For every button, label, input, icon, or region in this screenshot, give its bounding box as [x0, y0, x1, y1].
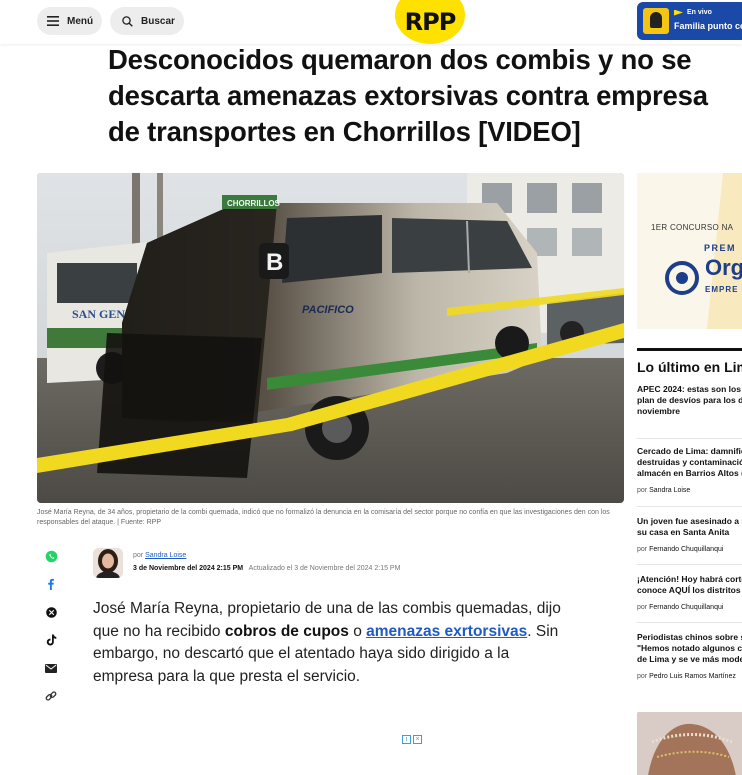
extortion-threats-link[interactable]: amenazas exrtorsivas: [366, 623, 527, 640]
latest-news-item[interactable]: APEC 2024: estas son los c plan de desvío…: [637, 384, 742, 417]
latest-news-item[interactable]: ¡Atención! Hoy habrá corte conoce AQUÍ lo…: [637, 574, 742, 611]
live-status: En vivo: [674, 9, 712, 16]
share-facebook-button[interactable]: [42, 575, 60, 593]
latest-news-item[interactable]: Un joven fue asesinado a b su casa en San…: [637, 516, 742, 553]
author-avatar[interactable]: [93, 548, 123, 578]
latest-news-title[interactable]: APEC 2024: estas son los c plan de desvío…: [637, 384, 742, 417]
article-dates: 3 de Noviembre del 2024 2:15 PM Actualiz…: [133, 565, 400, 572]
burned-combi-photo: SAN GENARO CHORRILLOS PACIFICO B: [37, 173, 624, 503]
share-x-button[interactable]: [42, 603, 60, 621]
facebook-icon: [48, 578, 54, 590]
menu-icon: [46, 14, 60, 28]
latest-news-byline: por Pedro Luis Ramos Martínez: [637, 673, 736, 680]
author-name-link[interactable]: Fernando Chuquillanqui: [649, 546, 723, 553]
bus-letter-text: B: [266, 249, 283, 276]
bus-company-text: PACIFICO: [302, 304, 354, 316]
divider: [637, 438, 742, 439]
image-caption: José María Reyna, de 34 años, propietari…: [37, 509, 610, 526]
sidebar-ad-banner[interactable]: 1ER CONCURSO NA PREM Org EMPRE: [637, 173, 742, 329]
latest-news-byline: por Sandra Loise: [637, 487, 691, 494]
author-byline: por Sandra Loise: [133, 552, 186, 559]
whatsapp-icon: [45, 550, 57, 562]
ad-close-icon[interactable]: ×: [413, 735, 422, 744]
route-sign-text: CHORRILLOS: [227, 199, 281, 208]
rpp-logo[interactable]: RPP: [395, 0, 465, 44]
adchoices-badge[interactable]: i ×: [402, 735, 422, 745]
byline-prefix: por: [133, 552, 144, 559]
live-show-name: Familia punto com: [674, 21, 742, 31]
share-whatsapp-button[interactable]: [42, 547, 60, 565]
ad-brand-mark-icon: [665, 261, 699, 295]
play-icon: [674, 9, 683, 16]
live-radio-widget[interactable]: En vivo Familia punto com: [637, 2, 742, 40]
latest-news-title[interactable]: Periodistas chinos sobre su "Hemos notado…: [637, 632, 742, 665]
search-label: Buscar: [141, 15, 175, 27]
sidebar-news-thumbnail[interactable]: [637, 712, 742, 775]
ad-line-4: EMPRE: [705, 285, 739, 294]
author-name-link[interactable]: Sandra Loise: [145, 552, 186, 559]
logo-text: RPP: [404, 8, 457, 36]
ad-line-3: Org: [705, 255, 742, 280]
share-tiktok-button[interactable]: [42, 631, 60, 649]
live-show-thumbnail: [643, 8, 669, 34]
article-hero-image[interactable]: SAN GENARO CHORRILLOS PACIFICO B: [37, 173, 624, 503]
author-name-link[interactable]: Fernando Chuquillanqui: [649, 604, 723, 611]
published-date: 3 de Noviembre del 2024 2:15 PM: [133, 565, 244, 572]
divider: [637, 506, 742, 507]
link-icon: [45, 691, 57, 701]
author-name-link[interactable]: Sandra Loise: [649, 487, 690, 494]
ad-line-1: 1ER CONCURSO NA: [651, 223, 734, 232]
paragraph-text: o: [348, 622, 367, 640]
divider: [637, 622, 742, 623]
site-header: Menú Buscar RPP En vivo Familia punto co…: [0, 0, 742, 44]
latest-news-heading: Lo último en Lim: [637, 348, 742, 375]
latest-news-item[interactable]: Cercado de Lima: damnific destruidas y co…: [637, 446, 742, 494]
latest-news-byline: por Fernando Chuquillanqui: [637, 604, 724, 611]
paragraph-bold-text: cobros de cupos: [224, 622, 349, 640]
share-email-button[interactable]: [42, 659, 60, 677]
latest-news-byline: por Fernando Chuquillanqui: [637, 546, 724, 553]
search-button[interactable]: Buscar: [110, 7, 184, 35]
article-paragraph: José María Reyna, propietario de una de …: [93, 598, 573, 688]
latest-news-title[interactable]: Cercado de Lima: damnific destruidas y co…: [637, 446, 742, 479]
ad-line-2: PREM: [704, 243, 737, 253]
menu-button[interactable]: Menú: [37, 7, 102, 35]
latest-news-item[interactable]: Periodistas chinos sobre su "Hemos notado…: [637, 632, 742, 680]
updated-date: Actualizado el 3 de Noviembre del 2024 2…: [248, 565, 401, 572]
adchoices-info-icon: i: [402, 735, 411, 744]
author-name-link[interactable]: Pedro Luis Ramos Martínez: [649, 673, 736, 680]
divider: [637, 564, 742, 565]
search-icon: [120, 14, 134, 28]
tiktok-icon: [46, 634, 56, 646]
copy-link-button[interactable]: [42, 687, 60, 705]
x-icon: [45, 606, 57, 618]
article-title: Desconocidos quemaron dos combis y no se…: [108, 44, 708, 147]
latest-news-title[interactable]: Un joven fue asesinado a b su casa en San…: [637, 516, 742, 538]
latest-news-title[interactable]: ¡Atención! Hoy habrá corte conoce AQUÍ lo…: [637, 574, 742, 596]
menu-label: Menú: [67, 15, 94, 27]
email-icon: [45, 663, 57, 673]
